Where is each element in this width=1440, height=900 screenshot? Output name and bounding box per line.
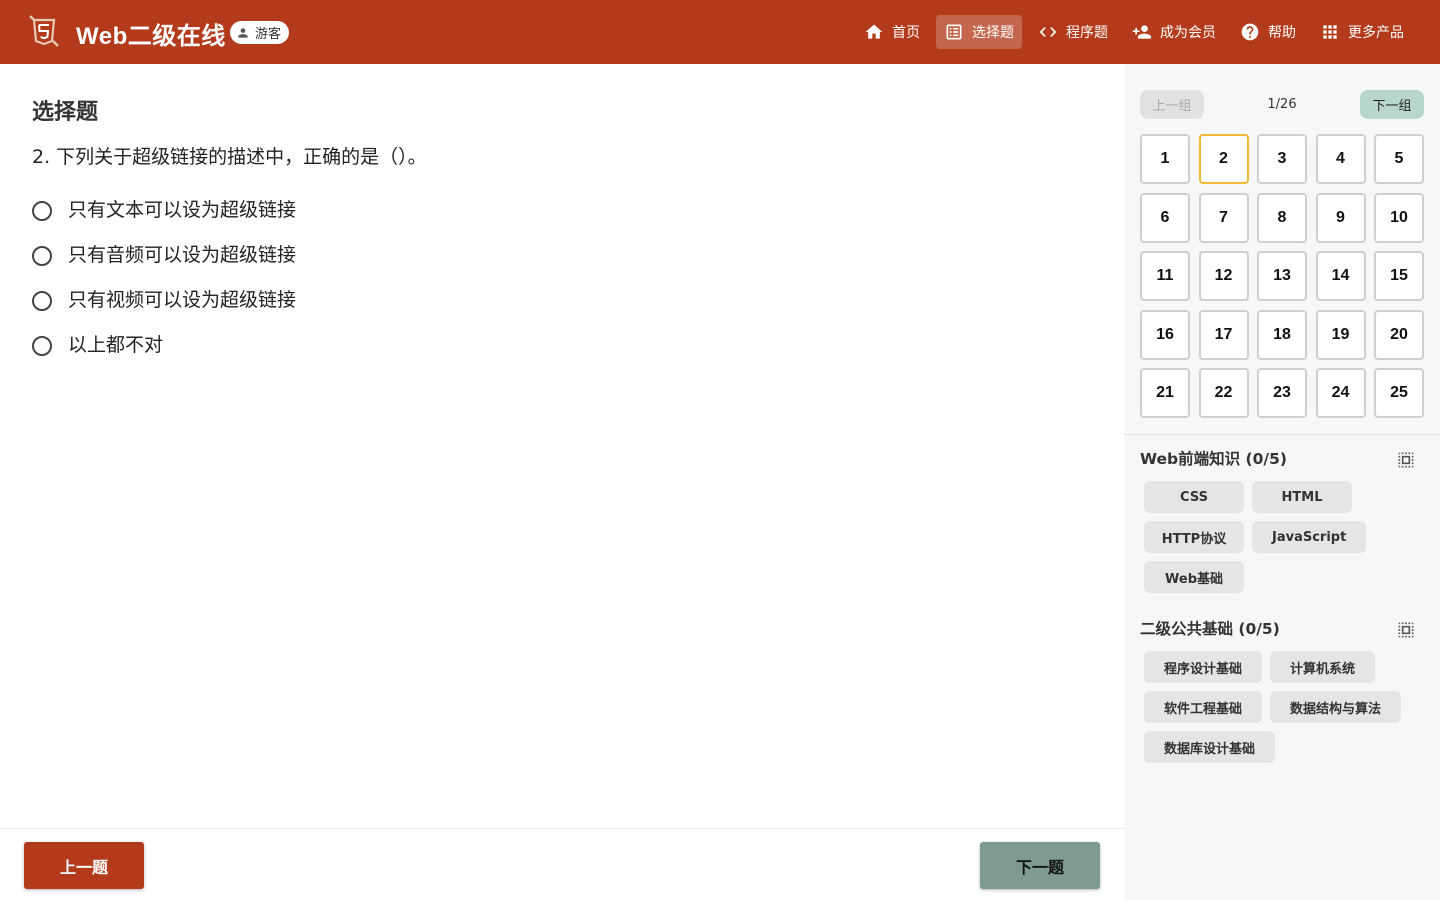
person-icon — [238, 27, 248, 38]
question-number-button[interactable]: 25 — [1374, 368, 1424, 418]
home-icon — [865, 24, 883, 39]
tag-chip[interactable]: 程序设计基础 — [1144, 651, 1263, 683]
question-number-button[interactable]: 20 — [1374, 309, 1424, 360]
group-counter: 1/26 — [1267, 97, 1297, 112]
main-nav: 首页 选择题 程序题 成为会员 帮助 更多产品 — [856, 15, 1412, 49]
html5-logo-icon[interactable] — [28, 14, 60, 48]
user-badge[interactable]: 游客 — [230, 21, 290, 44]
question-footer: 上一题 下一题 — [0, 828, 1124, 900]
radio-button[interactable] — [32, 290, 52, 311]
question-number-button[interactable]: 5 — [1374, 134, 1424, 184]
app-title[interactable]: Web二级在线 — [76, 16, 226, 51]
question-number-button[interactable]: 17 — [1198, 309, 1249, 360]
question-number-button[interactable]: 9 — [1315, 192, 1366, 243]
nav-more-products-label: 更多产品 — [1348, 25, 1404, 41]
question-number-button[interactable]: 23 — [1257, 368, 1307, 418]
nav-programming-questions-label: 程序题 — [1066, 25, 1108, 41]
category-tags-web: CSS HTML HTTP协议 JavaScript Web基础 — [1144, 481, 1424, 593]
group-navigation: 上一组 1/26 下一组 — [1140, 90, 1424, 120]
nav-become-member[interactable]: 成为会员 — [1124, 15, 1224, 49]
help-icon — [1241, 23, 1259, 41]
select-all-icon[interactable] — [1396, 450, 1416, 470]
question-number-button[interactable]: 13 — [1257, 251, 1307, 301]
question-number-button[interactable]: 18 — [1257, 309, 1307, 360]
nav-help[interactable]: 帮助 — [1232, 15, 1304, 49]
answer-option-label: 只有音频可以设为超级链接 — [68, 244, 297, 266]
tag-chip[interactable]: 数据库设计基础 — [1144, 731, 1276, 763]
question-number-button[interactable]: 22 — [1198, 368, 1249, 418]
code-icon — [1039, 27, 1057, 37]
question-number-button[interactable]: 8 — [1257, 192, 1307, 243]
answer-option[interactable]: 只有音频可以设为超级链接 — [32, 231, 296, 276]
question-number-button[interactable]: 16 — [1140, 309, 1190, 360]
answer-option[interactable]: 以上都不对 — [32, 321, 296, 366]
next-question-button[interactable]: 下一题 — [980, 842, 1100, 889]
question-number-button[interactable]: 19 — [1315, 309, 1366, 360]
answer-option[interactable]: 只有文本可以设为超级链接 — [32, 186, 296, 231]
next-group-button[interactable]: 下一组 — [1360, 90, 1424, 119]
question-number-button[interactable]: 4 — [1315, 134, 1366, 184]
question-number-button[interactable]: 2 — [1198, 134, 1249, 184]
question-number-button[interactable]: 3 — [1257, 134, 1307, 184]
question-number-button[interactable]: 6 — [1140, 192, 1190, 243]
question-text: 2. 下列关于超级链接的描述中，正确的是（）。 — [32, 146, 427, 168]
question-number-button[interactable]: 12 — [1198, 251, 1249, 301]
answer-option[interactable]: 只有视频可以设为超级链接 — [32, 276, 296, 321]
prev-question-button[interactable]: 上一题 — [24, 842, 144, 889]
prev-group-button[interactable]: 上一组 — [1140, 90, 1204, 119]
question-number-button[interactable]: 7 — [1198, 192, 1249, 243]
question-number-button[interactable]: 15 — [1374, 251, 1424, 301]
nav-home[interactable]: 首页 — [856, 15, 928, 49]
nav-choice-questions[interactable]: 选择题 — [936, 15, 1022, 49]
category-title-web: Web前端知识 (0/5) — [1140, 450, 1287, 468]
question-number-button[interactable]: 1 — [1140, 134, 1190, 184]
answer-option-label: 只有文本可以设为超级链接 — [68, 199, 297, 221]
tag-chip[interactable]: 数据结构与算法 — [1270, 691, 1402, 723]
category-title-basics: 二级公共基础 (0/5) — [1140, 620, 1280, 638]
tag-chip[interactable]: CSS — [1144, 481, 1244, 513]
tag-chip[interactable]: 软件工程基础 — [1144, 691, 1263, 723]
question-panel: 选择题 2. 下列关于超级链接的描述中，正确的是（）。 只有文本可以设为超级链接… — [0, 64, 1124, 900]
select-all-icon[interactable] — [1396, 620, 1416, 640]
tag-chip[interactable]: Web基础 — [1144, 561, 1244, 593]
sidebar-divider — [1124, 434, 1440, 435]
radio-button[interactable] — [32, 335, 52, 356]
question-number-button[interactable]: 11 — [1140, 251, 1190, 301]
nav-help-label: 帮助 — [1268, 25, 1296, 41]
tag-chip[interactable]: 计算机系统 — [1270, 651, 1376, 683]
question-number-grid: 1 2 3 4 5 6 7 8 9 10 11 12 13 14 15 16 17 18 19 20 21 22 23 24 2… — [1140, 134, 1424, 418]
list-icon — [946, 24, 962, 40]
tag-chip[interactable]: HTML — [1252, 481, 1352, 513]
tag-chip[interactable]: HTTP协议 — [1144, 521, 1244, 553]
question-number-button[interactable]: 21 — [1140, 368, 1190, 418]
category-tags-basics: 程序设计基础 计算机系统 软件工程基础 数据结构与算法 数据库设计基础 — [1144, 651, 1424, 763]
nav-more-products[interactable]: 更多产品 — [1312, 15, 1412, 49]
nav-become-member-label: 成为会员 — [1160, 25, 1216, 41]
answer-option-label: 只有视频可以设为超级链接 — [68, 289, 297, 311]
apps-icon — [1323, 25, 1337, 39]
question-number-button[interactable]: 14 — [1315, 251, 1366, 301]
question-sidebar: 上一组 1/26 下一组 1 2 3 4 5 6 7 8 9 10 11 12 13 14 15 16 17 18… — [1124, 64, 1440, 900]
nav-home-label: 首页 — [892, 25, 920, 41]
tag-chip[interactable]: JavaScript — [1252, 521, 1367, 553]
question-number-button[interactable]: 24 — [1315, 368, 1366, 418]
person-add-icon — [1132, 25, 1152, 39]
question-number-button[interactable]: 10 — [1374, 192, 1424, 243]
user-badge-label: 游客 — [255, 27, 282, 42]
section-title: 选择题 — [32, 100, 99, 125]
answer-option-label: 以上都不对 — [68, 334, 164, 356]
radio-button[interactable] — [32, 245, 52, 266]
top-app-bar: Web二级在线 游客 首页 选择题 程序题 成为会员 帮助 更多产品 — [0, 0, 1440, 64]
nav-choice-questions-label: 选择题 — [972, 25, 1014, 41]
radio-button[interactable] — [32, 200, 52, 221]
answer-options: 只有文本可以设为超级链接 只有音频可以设为超级链接 只有视频可以设为超级链接 以… — [32, 186, 296, 366]
nav-programming-questions[interactable]: 程序题 — [1030, 15, 1116, 49]
